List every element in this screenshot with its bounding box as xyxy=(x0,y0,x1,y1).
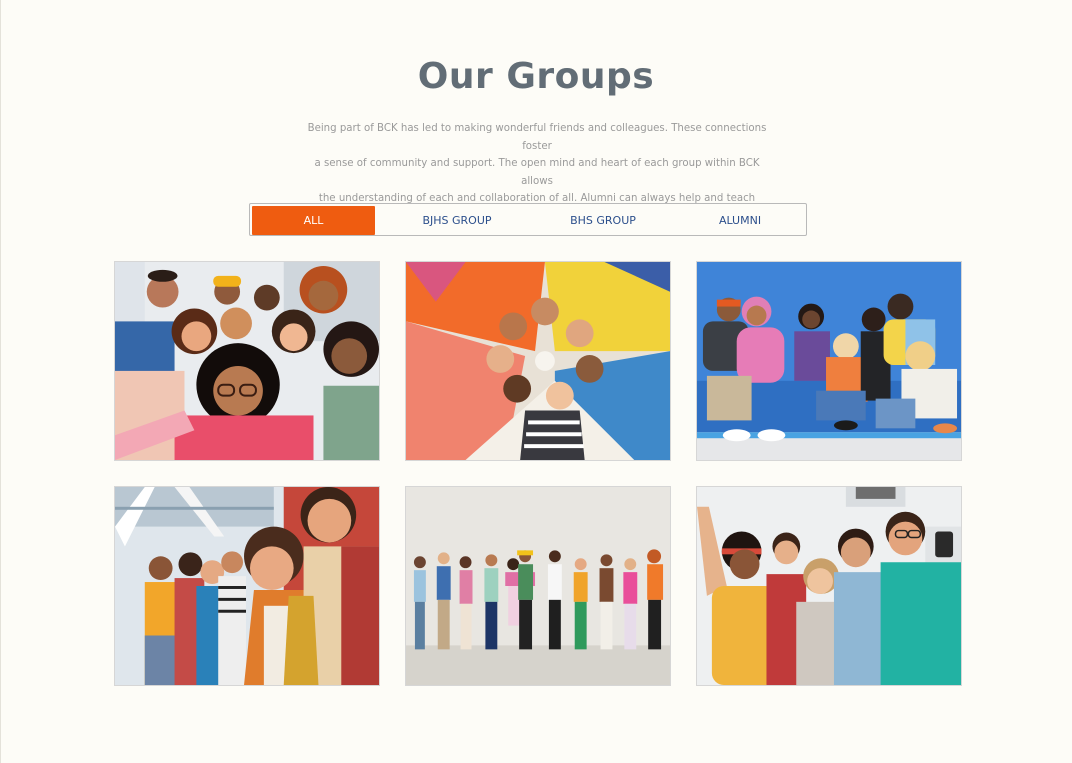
filter-tab-alumni[interactable]: ALUMNI xyxy=(674,206,806,235)
filter-tab-bjhs-group[interactable]: BJHS GROUP xyxy=(390,206,524,235)
intro-line: Being part of BCK has led to making wond… xyxy=(307,123,767,152)
intro-line: a sense of community and support. The op… xyxy=(314,158,760,187)
sitting-on-ledge-photo[interactable] xyxy=(696,261,962,461)
filter-tab-bhs-group[interactable]: BHS GROUP xyxy=(536,206,670,235)
circle-huddle-photo[interactable] xyxy=(405,261,671,461)
circle-huddle-image xyxy=(406,262,670,460)
filter-tab-all[interactable]: ALL xyxy=(252,206,375,235)
friends-selfie-image xyxy=(697,487,961,685)
group-selfie-photo[interactable] xyxy=(114,261,380,461)
page-edge xyxy=(0,0,1,763)
sitting-on-ledge-image xyxy=(697,262,961,460)
page-title: Our Groups xyxy=(417,56,655,97)
laughing-group-image xyxy=(115,487,379,685)
friends-selfie-photo[interactable] xyxy=(696,486,962,686)
group-selfie-image xyxy=(115,262,379,460)
wall-lineup-image xyxy=(406,487,670,685)
wall-lineup-photo[interactable] xyxy=(405,486,671,686)
group-filter-bar: ALL BJHS GROUP BHS GROUP ALUMNI xyxy=(249,203,807,236)
laughing-group-photo[interactable] xyxy=(114,486,380,686)
